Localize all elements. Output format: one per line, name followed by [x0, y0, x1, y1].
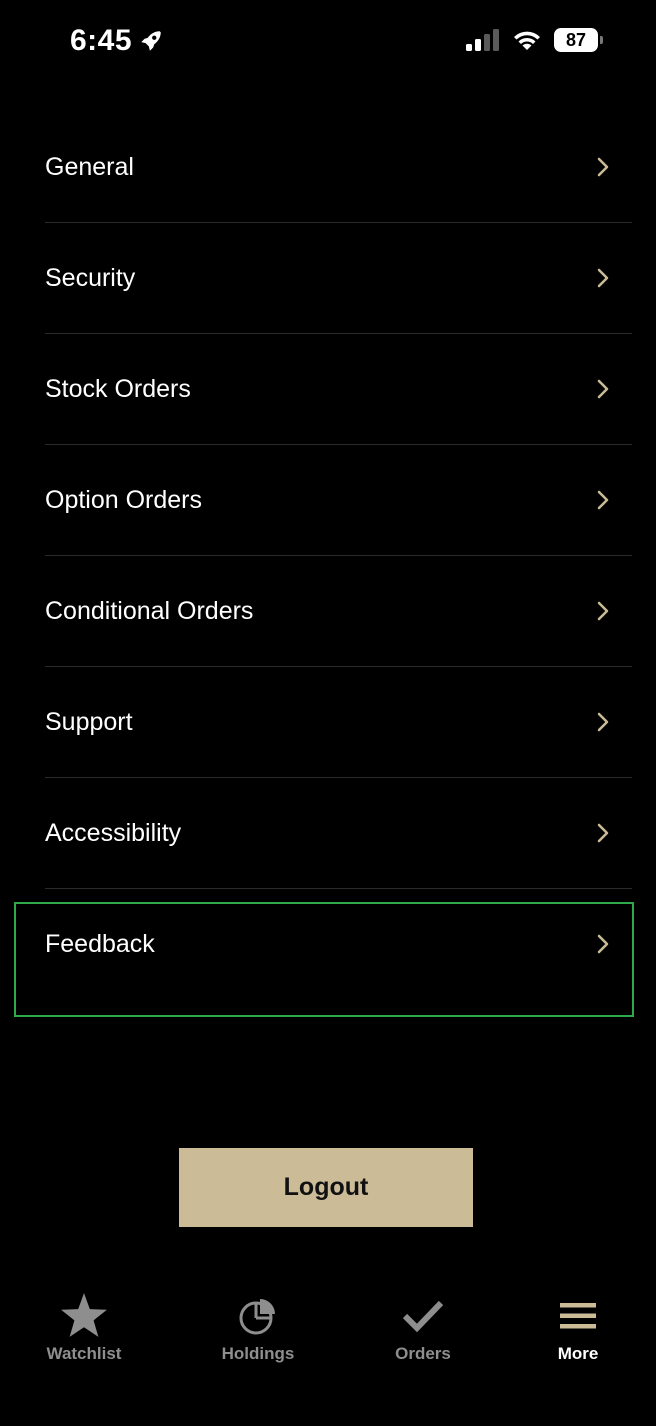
menu-item-label: Stock Orders	[45, 374, 191, 403]
chevron-right-icon	[597, 601, 609, 621]
tab-holdings[interactable]: Holdings	[188, 1290, 328, 1364]
chevron-right-icon	[597, 379, 609, 399]
menu-item-option-orders[interactable]: Option Orders	[45, 445, 632, 556]
chevron-right-icon	[597, 268, 609, 288]
menu-item-label: Accessibility	[45, 818, 182, 847]
rocket-icon	[141, 31, 161, 51]
cellular-signal-icon	[466, 29, 499, 51]
tab-more[interactable]: More	[508, 1290, 648, 1364]
checkmark-icon	[397, 1290, 449, 1342]
logout-button[interactable]: Logout	[179, 1148, 473, 1227]
settings-menu-list: General Security Stock Orders Option Ord…	[0, 112, 656, 1017]
tab-watchlist[interactable]: Watchlist	[14, 1290, 154, 1364]
chevron-right-icon	[597, 712, 609, 732]
menu-item-label: Feedback	[45, 929, 155, 958]
menu-item-general[interactable]: General	[45, 112, 632, 223]
tab-label: Holdings	[221, 1344, 295, 1363]
bottom-tab-bar: Watchlist Holdings Orders More	[0, 1290, 656, 1390]
clock-text: 6:45	[70, 24, 133, 57]
menu-item-label: Conditional Orders	[45, 596, 254, 625]
pie-chart-icon	[232, 1290, 284, 1342]
menu-item-label: Support	[45, 707, 133, 736]
star-icon	[58, 1290, 110, 1342]
battery-level: 87	[565, 29, 587, 50]
chevron-right-icon	[597, 157, 609, 177]
status-indicators: 87	[466, 28, 603, 52]
tab-label: Watchlist	[46, 1344, 122, 1363]
menu-item-accessibility[interactable]: Accessibility	[45, 778, 632, 889]
hamburger-menu-icon	[552, 1290, 604, 1342]
status-time: 6:45	[70, 24, 164, 58]
battery-indicator: 87	[554, 28, 603, 52]
menu-item-label: Option Orders	[45, 485, 203, 514]
menu-item-feedback[interactable]: Feedback	[14, 889, 634, 1017]
menu-item-stock-orders[interactable]: Stock Orders	[45, 334, 632, 445]
menu-item-label: Security	[45, 263, 136, 292]
tab-label: Orders	[395, 1344, 451, 1363]
chevron-right-icon	[597, 823, 609, 843]
status-bar: 6:45 87	[0, 0, 656, 86]
menu-item-conditional-orders[interactable]: Conditional Orders	[45, 556, 632, 667]
menu-item-support[interactable]: Support	[45, 667, 632, 778]
menu-item-security[interactable]: Security	[45, 223, 632, 334]
chevron-right-icon	[597, 490, 609, 510]
chevron-right-icon	[597, 934, 609, 954]
tab-label: More	[557, 1344, 599, 1363]
wifi-icon	[514, 31, 540, 50]
tab-orders[interactable]: Orders	[353, 1290, 493, 1364]
menu-item-label: General	[45, 152, 134, 181]
